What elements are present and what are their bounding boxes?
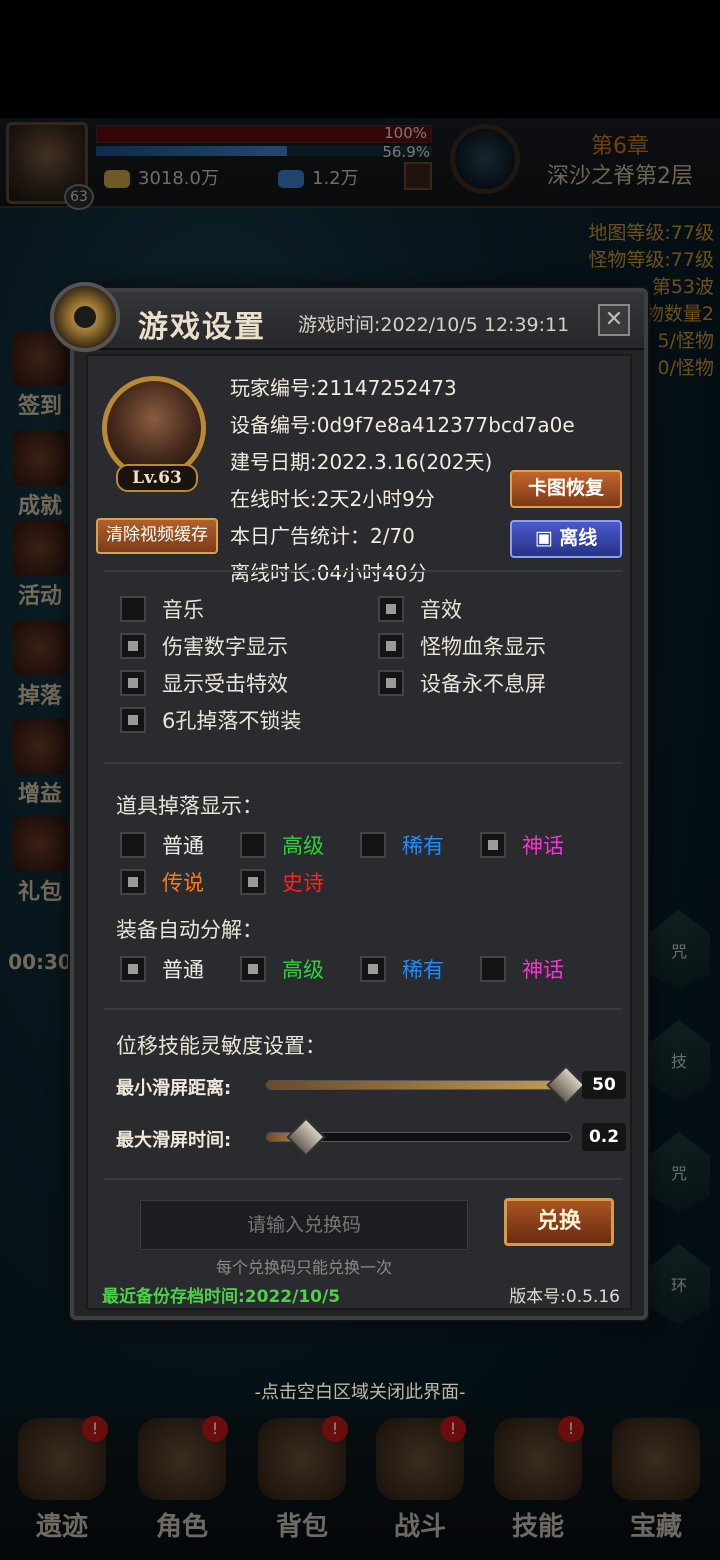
option-label: 音乐 xyxy=(162,598,204,622)
drop-epic-checkbox[interactable] xyxy=(240,869,266,895)
version-label: 版本号:0.5.16 xyxy=(509,1287,620,1307)
max-swipe-value: 0.2 xyxy=(582,1123,626,1151)
salvage-common-checkbox[interactable] xyxy=(120,956,146,982)
salvage-mythic-checkbox[interactable] xyxy=(480,956,506,982)
gear-hub xyxy=(74,306,96,328)
salvage-rare-checkbox[interactable] xyxy=(360,956,386,982)
six-socket-checkbox[interactable] xyxy=(120,707,146,733)
max-swipe-label: 最大滑屏时间: xyxy=(116,1130,232,1151)
redeem-code-input[interactable]: 请输入兑换码 xyxy=(140,1200,468,1250)
divider xyxy=(104,570,622,572)
settings-gear-icon xyxy=(50,282,120,352)
sound-checkbox[interactable] xyxy=(378,596,404,622)
option-label: 怪物血条显示 xyxy=(420,635,546,659)
quality-label: 神话 xyxy=(522,958,564,982)
option-label: 音效 xyxy=(420,598,462,622)
offline-time: 离线时长:04小时40分 xyxy=(230,561,428,585)
hit-effect-checkbox[interactable] xyxy=(120,670,146,696)
drop-rare-checkbox[interactable] xyxy=(360,832,386,858)
quality-label: 传说 xyxy=(162,871,204,895)
divider xyxy=(104,762,622,764)
drop-advanced-checkbox[interactable] xyxy=(240,832,266,858)
min-swipe-slider[interactable] xyxy=(266,1080,572,1090)
dialog-title: 游戏设置 xyxy=(138,310,266,345)
divider xyxy=(104,1178,622,1180)
drop-mythic-checkbox[interactable] xyxy=(480,832,506,858)
quality-label: 神话 xyxy=(522,834,564,858)
min-swipe-label: 最小滑屏距离: xyxy=(116,1078,232,1099)
quality-label: 高级 xyxy=(282,834,324,858)
divider xyxy=(104,1008,622,1010)
quality-label: 史诗 xyxy=(282,871,324,895)
game-time: 游戏时间:2022/10/5 12:39:11 xyxy=(298,314,570,336)
music-checkbox[interactable] xyxy=(120,596,146,622)
min-swipe-value: 50 xyxy=(582,1071,626,1099)
clear-cache-button[interactable]: 清除视频缓存 xyxy=(96,518,218,554)
close-hint: -点击空白区域关闭此界面- xyxy=(254,1382,466,1403)
offline-button-label: 离线 xyxy=(559,527,598,549)
quality-label: 普通 xyxy=(162,958,204,982)
redeem-button[interactable]: 兑换 xyxy=(504,1198,614,1246)
drop-display-title: 道具掉落显示： xyxy=(116,794,263,818)
quality-label: 普通 xyxy=(162,834,204,858)
option-label: 6孔掉落不锁装 xyxy=(162,709,302,733)
redeem-note: 每个兑换码只能兑换一次 xyxy=(215,1258,392,1277)
dialog-header: 游戏设置 游戏时间:2022/10/5 12:39:11 ✕ xyxy=(74,292,644,350)
backup-time: 最近备份存档时间:2022/10/5 xyxy=(102,1287,341,1307)
sensitivity-title: 位移技能灵敏度设置： xyxy=(116,1034,326,1058)
drop-legendary-checkbox[interactable] xyxy=(120,869,146,895)
option-label: 伤害数字显示 xyxy=(162,635,288,659)
camera-icon: ▣ xyxy=(534,527,560,549)
drop-common-checkbox[interactable] xyxy=(120,832,146,858)
salvage-advanced-checkbox[interactable] xyxy=(240,956,266,982)
quality-label: 高级 xyxy=(282,958,324,982)
monster-hp-checkbox[interactable] xyxy=(378,633,404,659)
quality-label: 稀有 xyxy=(402,958,444,982)
slider-fill xyxy=(267,1081,565,1089)
option-label: 设备永不息屏 xyxy=(420,672,546,696)
player-id: 玩家编号:21147252473 xyxy=(230,376,457,400)
offline-button[interactable]: ▣ 离线 xyxy=(510,520,622,558)
quality-label: 稀有 xyxy=(402,834,444,858)
level-badge: Lv.63 xyxy=(116,464,198,492)
auto-salvage-title: 装备自动分解： xyxy=(116,918,263,942)
map-repair-button[interactable]: 卡图恢复 xyxy=(510,470,622,508)
damage-number-checkbox[interactable] xyxy=(120,633,146,659)
screen-awake-checkbox[interactable] xyxy=(378,670,404,696)
close-button[interactable]: ✕ xyxy=(598,304,630,336)
option-label: 显示受击特效 xyxy=(162,672,288,696)
settings-dialog: 游戏设置 游戏时间:2022/10/5 12:39:11 ✕ Lv.63 清除视… xyxy=(70,288,648,1320)
device-id: 设备编号:0d9f7e8a412377bcd7a0e xyxy=(230,413,575,437)
